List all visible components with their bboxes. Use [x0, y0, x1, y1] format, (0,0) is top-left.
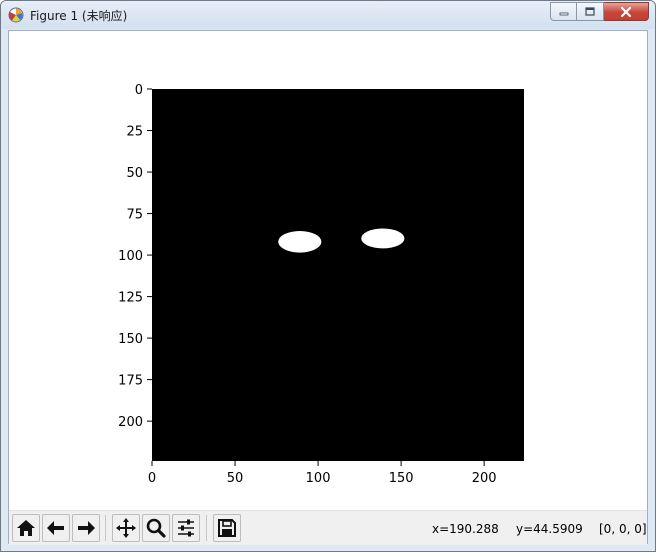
back-button[interactable]: [42, 514, 70, 542]
zoom-button[interactable]: [142, 514, 170, 542]
y-tick-label: 125: [118, 291, 143, 306]
save-button[interactable]: [213, 514, 241, 542]
y-tick-label: 50: [126, 166, 143, 181]
save-icon: [218, 519, 236, 537]
figure-window: Figure 1 (未响应) 0 25 50 75 100 125 150 175 200 0 5…: [0, 0, 656, 552]
maximize-icon: [585, 6, 595, 16]
cursor-x-readout: x=190.288: [432, 522, 499, 536]
y-axis: 0 25 50 75 100 125 150 175 200: [118, 83, 152, 430]
x-tick-label: 150: [389, 471, 414, 486]
white-blob-1: [278, 230, 322, 253]
y-tick-label: 200: [118, 415, 143, 430]
home-button[interactable]: [12, 514, 40, 542]
minimize-icon: [559, 12, 568, 15]
y-tick-label: 100: [118, 249, 143, 264]
maximize-button[interactable]: [577, 2, 604, 21]
forward-arrow-icon: [78, 521, 95, 535]
x-tick-label: 50: [227, 471, 244, 486]
y-tick-label: 175: [118, 374, 143, 389]
figure-canvas: 0 25 50 75 100 125 150 175 200 0 50 100 150 200: [8, 30, 648, 545]
matplotlib-app-icon: [8, 7, 24, 23]
pixel-value-readout: [0, 0, 0]: [599, 522, 647, 536]
y-tick-label: 75: [126, 208, 143, 223]
plot-area[interactable]: 0 25 50 75 100 125 150 175 200 0 50 100 150 200: [9, 31, 647, 509]
white-blob-2: [361, 228, 405, 249]
configure-subplots-button[interactable]: [172, 514, 200, 542]
toolbar-separator: [206, 515, 207, 541]
x-tick-label: 100: [306, 471, 331, 486]
image-axes: 0 25 50 75 100 125 150 175 200 0 50 100 150 200: [118, 83, 524, 486]
zoom-icon: [146, 518, 166, 538]
y-tick-label: 0: [135, 83, 143, 98]
forward-button[interactable]: [72, 514, 100, 542]
image-plot: [152, 89, 524, 461]
close-button[interactable]: [604, 2, 649, 21]
toolbar-separator: [105, 515, 106, 541]
cursor-y-readout: y=44.5909: [516, 522, 583, 536]
pan-icon: [116, 518, 136, 538]
close-icon: [620, 6, 632, 17]
x-axis: 0 50 100 150 200: [148, 461, 497, 486]
x-tick-label: 0: [148, 471, 156, 486]
home-icon: [17, 520, 35, 536]
window-title: Figure 1 (未响应): [30, 9, 128, 23]
title-bar[interactable]: Figure 1 (未响应): [1, 1, 655, 29]
x-tick-label: 200: [472, 471, 497, 486]
back-arrow-icon: [47, 521, 64, 535]
window-controls: [550, 2, 649, 22]
configure-subplots-icon: [178, 519, 194, 537]
y-tick-label: 25: [126, 125, 143, 140]
minimize-button[interactable]: [550, 2, 577, 21]
y-tick-label: 150: [118, 332, 143, 347]
navigation-toolbar: x=190.288 y=44.5909 [0, 0, 0]: [9, 510, 647, 545]
pan-button[interactable]: [112, 514, 140, 542]
